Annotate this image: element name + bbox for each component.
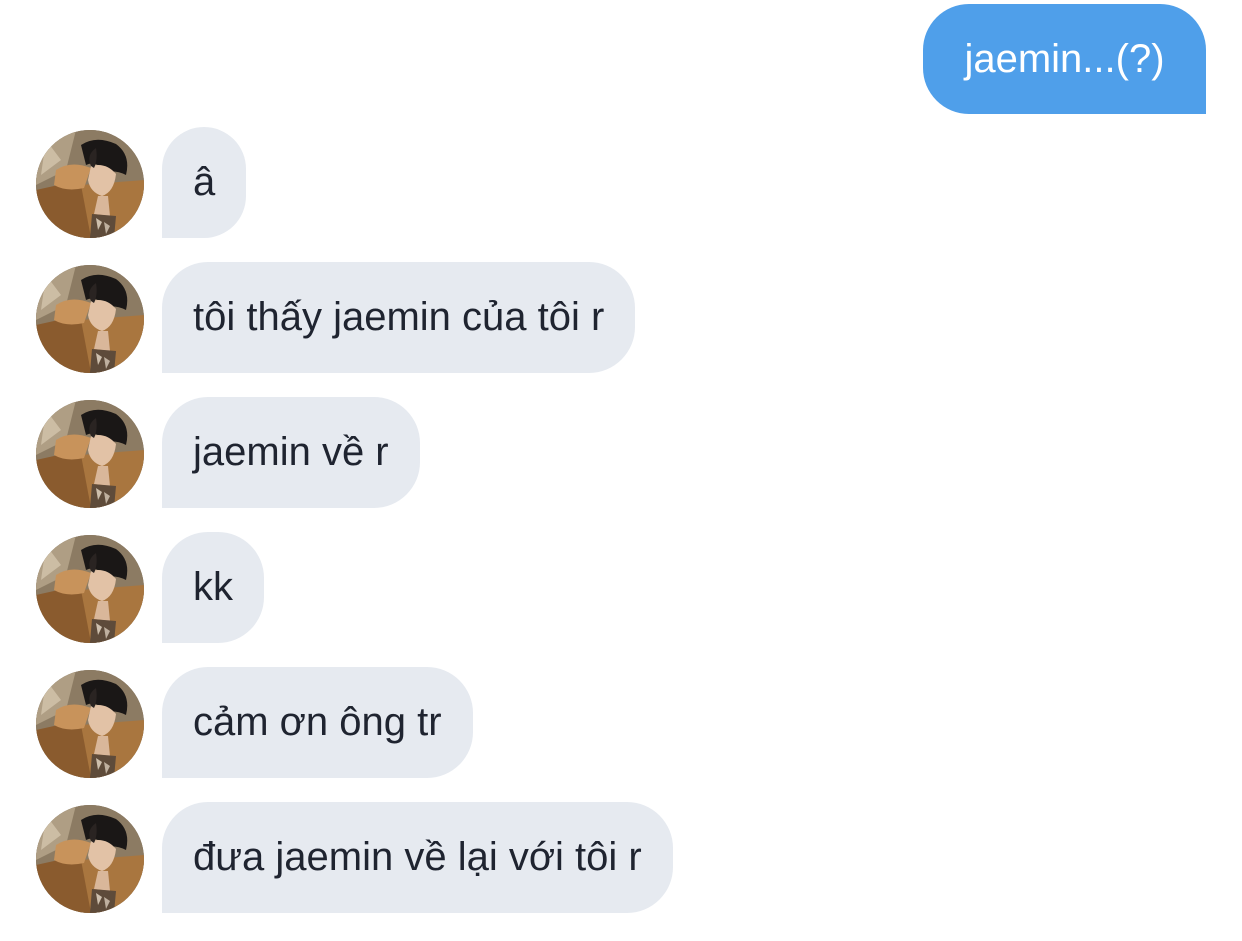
avatar-photo-icon	[36, 805, 144, 913]
incoming-message-bubble[interactable]: cảm ơn ông tr	[162, 667, 473, 778]
avatar[interactable]	[36, 535, 144, 643]
avatar[interactable]	[36, 670, 144, 778]
avatar-photo-icon	[36, 670, 144, 778]
avatar[interactable]	[36, 400, 144, 508]
avatar-photo-icon	[36, 400, 144, 508]
incoming-message-bubble[interactable]: jaemin về r	[162, 397, 420, 508]
avatar[interactable]	[36, 805, 144, 913]
avatar-photo-icon	[36, 130, 144, 238]
avatar[interactable]	[36, 130, 144, 238]
incoming-message-bubble[interactable]: tôi thấy jaemin của tôi r	[162, 262, 636, 373]
avatar[interactable]	[36, 265, 144, 373]
avatar-photo-icon	[36, 535, 144, 643]
avatar-photo-icon	[36, 265, 144, 373]
conversation-thread: jaemin...(?) â tôi thấy jaemin của tôi r…	[0, 0, 1242, 941]
incoming-message-bubble[interactable]: kk	[162, 532, 264, 643]
outgoing-message-bubble[interactable]: jaemin...(?)	[923, 4, 1206, 114]
incoming-message-bubble[interactable]: đưa jaemin về lại với tôi r	[162, 802, 673, 913]
incoming-message-bubble[interactable]: â	[162, 127, 247, 238]
